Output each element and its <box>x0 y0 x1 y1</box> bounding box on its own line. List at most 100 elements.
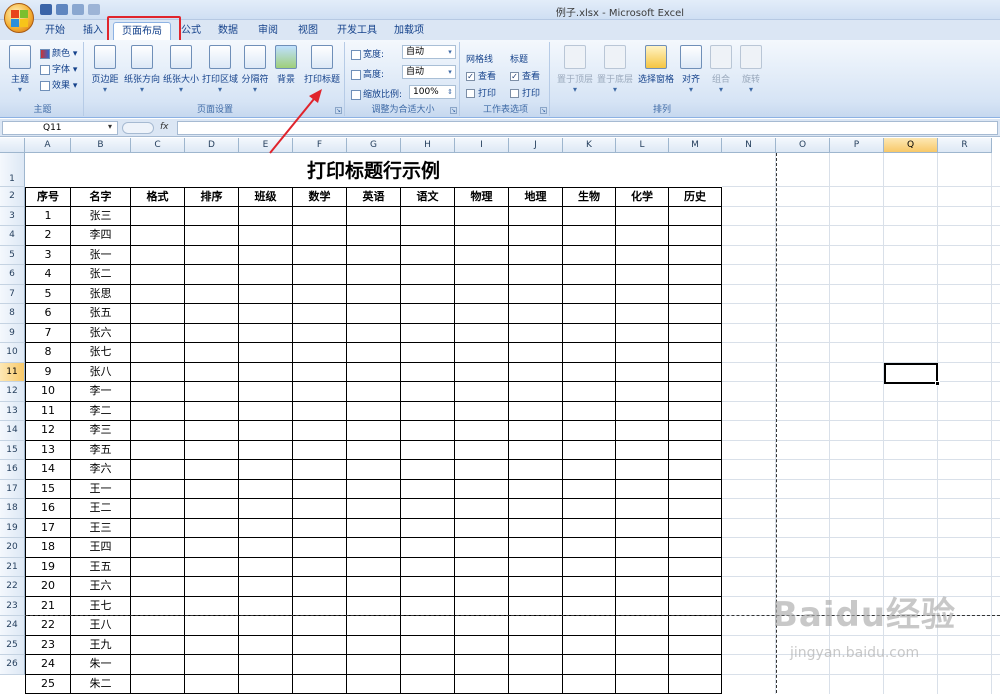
table-cell[interactable] <box>239 499 293 519</box>
scale-spinner[interactable]: 100% ⇕ <box>409 85 456 99</box>
table-cell[interactable] <box>293 206 347 226</box>
table-cell[interactable] <box>239 616 293 636</box>
tab-data[interactable]: 数据 <box>215 22 241 40</box>
column-header-d[interactable]: D <box>185 138 239 153</box>
table-cell[interactable] <box>401 460 455 480</box>
table-cell[interactable] <box>293 557 347 577</box>
tab-addins[interactable]: 加载项 <box>392 22 426 40</box>
table-cell[interactable] <box>239 460 293 480</box>
table-cell[interactable] <box>239 362 293 382</box>
table-cell[interactable]: 王三 <box>71 518 131 538</box>
table-header-cell[interactable]: 化学 <box>616 187 669 207</box>
table-cell[interactable] <box>616 382 669 402</box>
table-cell[interactable] <box>669 323 722 343</box>
table-cell[interactable] <box>401 616 455 636</box>
table-cell[interactable] <box>401 206 455 226</box>
table-cell[interactable]: 21 <box>25 596 71 616</box>
table-cell[interactable] <box>239 265 293 285</box>
table-cell[interactable] <box>131 304 185 324</box>
table-cell[interactable] <box>347 538 401 558</box>
row-header-10[interactable]: 10 <box>0 343 25 363</box>
themes-button[interactable]: 主题 ▾ <box>6 45 34 94</box>
table-cell[interactable] <box>616 265 669 285</box>
table-cell[interactable] <box>131 596 185 616</box>
table-header-cell[interactable]: 名字 <box>71 187 131 207</box>
table-header-cell[interactable]: 排序 <box>185 187 239 207</box>
table-cell[interactable] <box>669 557 722 577</box>
margins-button[interactable]: 页边距 ▾ <box>89 45 121 94</box>
table-cell[interactable]: 1 <box>25 206 71 226</box>
table-cell[interactable]: 22 <box>25 616 71 636</box>
table-cell[interactable] <box>131 538 185 558</box>
table-cell[interactable] <box>239 206 293 226</box>
column-header-i[interactable]: I <box>455 138 509 153</box>
sheet-options-launcher[interactable]: ↘ <box>540 107 547 114</box>
table-cell[interactable] <box>347 362 401 382</box>
table-cell[interactable] <box>401 421 455 441</box>
table-cell[interactable] <box>131 674 185 694</box>
table-cell[interactable] <box>509 596 563 616</box>
table-cell[interactable] <box>563 304 616 324</box>
table-cell[interactable] <box>239 401 293 421</box>
table-cell[interactable]: 11 <box>25 401 71 421</box>
row-header-6[interactable]: 6 <box>0 265 25 285</box>
table-cell[interactable] <box>563 284 616 304</box>
table-cell[interactable] <box>563 655 616 675</box>
table-cell[interactable] <box>293 538 347 558</box>
table-cell[interactable] <box>401 440 455 460</box>
table-cell[interactable] <box>563 226 616 246</box>
table-cell[interactable] <box>455 557 509 577</box>
table-cell[interactable] <box>185 226 239 246</box>
column-header-a[interactable]: A <box>25 138 71 153</box>
table-cell[interactable]: 王八 <box>71 616 131 636</box>
table-cell[interactable] <box>455 206 509 226</box>
table-cell[interactable] <box>347 440 401 460</box>
table-cell[interactable] <box>563 382 616 402</box>
table-cell[interactable] <box>293 323 347 343</box>
table-cell[interactable] <box>131 343 185 363</box>
table-cell[interactable] <box>239 421 293 441</box>
column-header-r[interactable]: R <box>938 138 992 153</box>
table-cell[interactable] <box>616 596 669 616</box>
table-cell[interactable]: 25 <box>25 674 71 694</box>
table-cell[interactable] <box>616 206 669 226</box>
table-cell[interactable] <box>509 265 563 285</box>
table-cell[interactable] <box>347 596 401 616</box>
table-cell[interactable] <box>669 596 722 616</box>
table-cell[interactable]: 朱二 <box>71 674 131 694</box>
row-header-13[interactable]: 13 <box>0 401 25 421</box>
office-button[interactable] <box>4 3 34 33</box>
table-cell[interactable]: 李二 <box>71 401 131 421</box>
table-cell[interactable] <box>185 362 239 382</box>
column-header-b[interactable]: B <box>71 138 131 153</box>
table-cell[interactable] <box>185 343 239 363</box>
table-cell[interactable]: 7 <box>25 323 71 343</box>
table-cell[interactable]: 17 <box>25 518 71 538</box>
table-cell[interactable]: 24 <box>25 655 71 675</box>
table-cell[interactable] <box>455 499 509 519</box>
table-cell[interactable] <box>347 206 401 226</box>
table-cell[interactable] <box>616 284 669 304</box>
table-cell[interactable] <box>239 440 293 460</box>
table-header-cell[interactable]: 数学 <box>293 187 347 207</box>
row-header-16[interactable]: 16 <box>0 460 25 480</box>
row-header-3[interactable]: 3 <box>0 206 25 226</box>
table-cell[interactable] <box>293 440 347 460</box>
table-cell[interactable] <box>616 674 669 694</box>
headings-print-checkbox[interactable]: 打印 <box>510 86 540 99</box>
table-cell[interactable] <box>185 206 239 226</box>
table-cell[interactable] <box>455 401 509 421</box>
table-header-cell[interactable]: 序号 <box>25 187 71 207</box>
name-box-dropdown-icon[interactable]: ▾ <box>108 122 112 131</box>
height-select[interactable]: 自动 ▾ <box>402 65 456 79</box>
table-cell[interactable] <box>669 674 722 694</box>
table-cell[interactable] <box>563 518 616 538</box>
table-cell[interactable] <box>131 206 185 226</box>
table-cell[interactable]: 3 <box>25 245 71 265</box>
table-cell[interactable] <box>563 421 616 441</box>
table-header-cell[interactable]: 英语 <box>347 187 401 207</box>
table-cell[interactable]: 王四 <box>71 538 131 558</box>
table-cell[interactable] <box>669 304 722 324</box>
column-header-e[interactable]: E <box>239 138 293 153</box>
table-cell[interactable] <box>347 655 401 675</box>
